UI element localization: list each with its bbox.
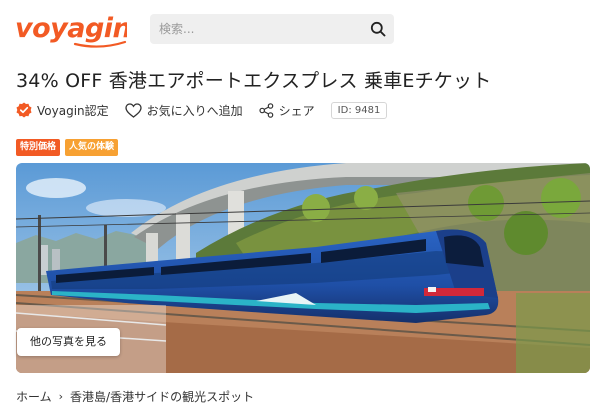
product-id-badge: ID: 9481 xyxy=(330,101,388,119)
share-label: シェア xyxy=(278,103,315,118)
tag-popular: 人気の体験 xyxy=(65,139,119,156)
page-title: 34% OFF 香港エアポートエクスプレス 乗車Eチケット xyxy=(16,70,492,92)
product-meta-row: Voyagin認定 お気に入りへ追加 シェア ID: 9481 xyxy=(16,99,388,121)
breadcrumb: ホーム › 香港島/香港サイドの観光スポット xyxy=(16,388,254,405)
search-input[interactable] xyxy=(150,14,360,44)
share-icon xyxy=(259,102,273,118)
view-more-photos-button[interactable]: 他の写真を見る xyxy=(17,328,120,356)
breadcrumb-current-link[interactable]: 香港島/香港サイドの観光スポット xyxy=(70,388,254,405)
add-favorite-button[interactable]: お気に入りへ追加 xyxy=(124,102,243,119)
site-header: voyagin xyxy=(0,0,600,58)
share-button[interactable]: シェア xyxy=(259,102,315,119)
tag-list: 特別価格 人気の体験 xyxy=(16,139,123,156)
search-icon[interactable] xyxy=(368,19,388,39)
svg-text:voyagin: voyagin xyxy=(15,13,127,44)
breadcrumb-separator: › xyxy=(58,390,64,403)
search-bar xyxy=(150,14,394,44)
voyagin-logo[interactable]: voyagin xyxy=(15,6,127,50)
verified-check-icon xyxy=(16,102,32,118)
tag-special-price: 特別価格 xyxy=(16,139,61,156)
heart-icon xyxy=(124,102,142,118)
verified-label: Voyagin認定 xyxy=(37,103,109,118)
favorite-label: お気に入りへ追加 xyxy=(146,103,243,118)
verified-badge: Voyagin認定 xyxy=(16,102,109,119)
breadcrumb-home-link[interactable]: ホーム xyxy=(16,388,52,405)
